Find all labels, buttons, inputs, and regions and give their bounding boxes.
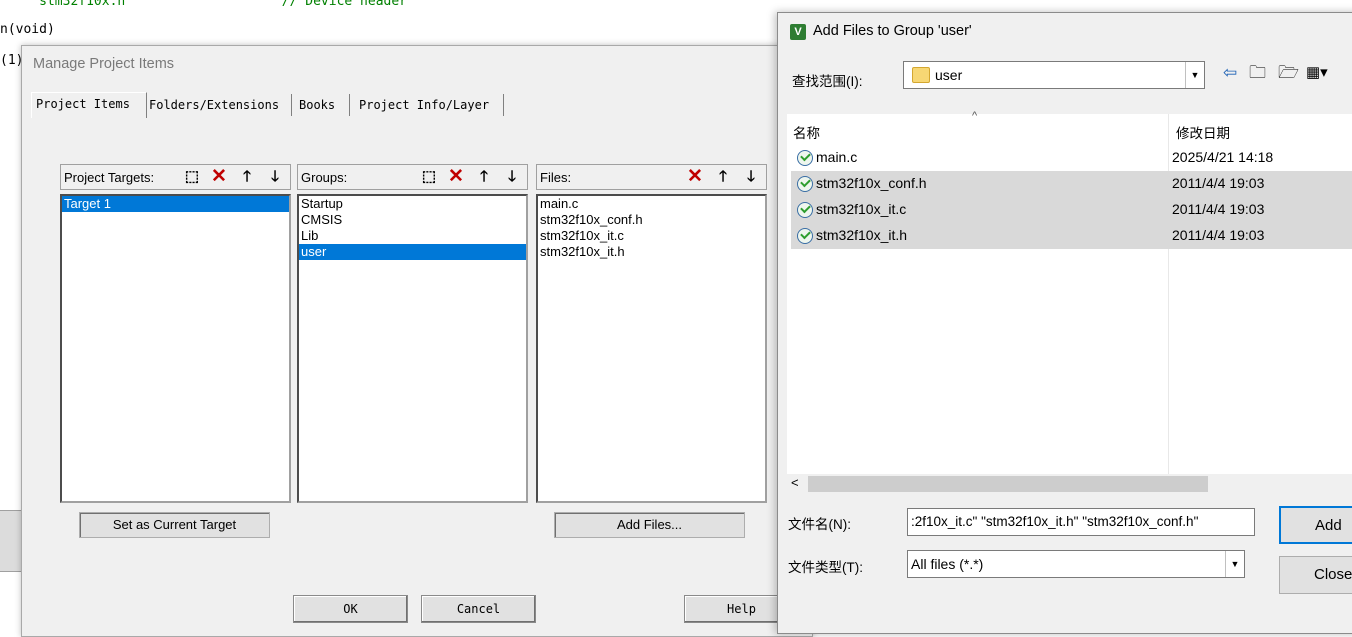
dialog-title: Add Files to Group 'user' (813, 23, 972, 39)
list-item[interactable]: stm32f10x_conf.h (538, 212, 765, 228)
cancel-button[interactable]: Cancel (421, 595, 536, 623)
move-up-icon[interactable]: 🡑 (712, 167, 734, 187)
new-group-icon[interactable]: ⬚ (418, 167, 440, 187)
scrollbar-thumb[interactable] (808, 476, 1208, 492)
filename-label: 文件名(N): (788, 517, 851, 532)
filename-input[interactable]: :2f10x_it.c" "stm32f10x_it.h" "stm32f10x… (907, 508, 1255, 536)
filetype-label: 文件类型(T): (788, 560, 863, 575)
files-list[interactable]: main.c stm32f10x_conf.h stm32f10x_it.c s… (536, 194, 767, 503)
horizontal-scrollbar[interactable]: < (787, 474, 1352, 494)
add-files-dialog: V Add Files to Group 'user' 查找范围(I): use… (777, 12, 1352, 634)
file-date: 2011/4/4 19:03 (1172, 227, 1265, 243)
list-item[interactable]: stm32f10x_it.h (538, 244, 765, 260)
file-row[interactable]: stm32f10x_it.h 2011/4/4 19:03 (791, 223, 1352, 249)
up-folder-icon[interactable]: 🗀 (1249, 63, 1266, 83)
file-icon (797, 176, 813, 192)
manage-project-items-dialog: Manage Project Items Project Items Folde… (21, 45, 813, 637)
move-up-icon[interactable]: 🡑 (473, 167, 495, 187)
chevron-left-icon[interactable]: < (791, 475, 799, 490)
targets-header: Project Targets: ⬚ ✕ 🡑 🡓 (60, 164, 291, 190)
keil-logo-icon: V (790, 24, 806, 40)
close-button[interactable]: Close (1279, 556, 1352, 594)
ok-button[interactable]: OK (293, 595, 408, 623)
filetype-value: All files (*.*) (911, 556, 984, 572)
chevron-down-icon[interactable]: ▼ (1225, 551, 1244, 577)
list-item[interactable]: main.c (538, 196, 765, 212)
delete-group-icon[interactable]: ✕ (445, 167, 467, 187)
targets-label: Project Targets: (64, 170, 155, 185)
new-target-icon[interactable]: ⬚ (181, 167, 203, 187)
move-down-icon[interactable]: 🡓 (501, 167, 523, 187)
files-label: Files: (540, 170, 572, 185)
groups-header: Groups: ⬚ ✕ 🡑 🡓 (297, 164, 528, 190)
file-name: main.c (816, 149, 858, 165)
move-down-icon[interactable]: 🡓 (264, 167, 286, 187)
look-in-label: 查找范围(I): (792, 74, 863, 89)
file-date: 2011/4/4 19:03 (1172, 175, 1265, 191)
list-item[interactable]: CMSIS (299, 212, 526, 228)
column-header-date[interactable]: 修改日期 (1176, 122, 1230, 142)
targets-list[interactable]: Target 1 (60, 194, 291, 503)
new-folder-icon[interactable]: 🗁 (1278, 63, 1299, 83)
filetype-combo[interactable]: All files (*.*) ▼ (907, 550, 1245, 578)
view-menu-icon[interactable]: ▦▾ (1306, 63, 1328, 83)
code-line-2: n(void) (0, 22, 55, 37)
look-in-combo[interactable]: user ▼ (903, 61, 1205, 89)
file-list[interactable]: ^ 名称 修改日期 main.c 2025/4/21 14:18 stm32f1… (787, 110, 1352, 474)
add-files-button[interactable]: Add Files... (554, 512, 745, 538)
file-row[interactable]: stm32f10x_conf.h 2011/4/4 19:03 (791, 171, 1352, 197)
look-in-value: user (935, 67, 963, 83)
file-icon (797, 202, 813, 218)
dialog-title: Manage Project Items (33, 56, 175, 72)
list-item[interactable]: user (299, 244, 526, 260)
file-icon (797, 228, 813, 244)
back-arrow-icon[interactable]: ⇦ (1223, 63, 1237, 83)
file-name: stm32f10x_it.h (816, 227, 908, 243)
groups-list[interactable]: Startup CMSIS Lib user (297, 194, 528, 503)
list-item[interactable]: stm32f10x_it.c (538, 228, 765, 244)
groups-label: Groups: (301, 170, 348, 185)
file-row[interactable]: main.c 2025/4/21 14:18 (791, 145, 1352, 171)
list-item[interactable]: Lib (299, 228, 526, 244)
file-date: 2025/4/21 14:18 (1172, 149, 1274, 165)
code-line-3: (1) (0, 53, 24, 68)
move-up-icon[interactable]: 🡑 (236, 167, 258, 187)
file-date: 2011/4/4 19:03 (1172, 201, 1265, 217)
set-current-target-button[interactable]: Set as Current Target (79, 512, 270, 538)
column-header-name[interactable]: 名称 (793, 122, 820, 142)
sort-up-icon: ^ (972, 110, 978, 122)
file-name: stm32f10x_it.c (816, 201, 907, 217)
file-icon (797, 150, 813, 166)
tab-project-info-layer[interactable]: Project Info/Layer (355, 94, 504, 116)
move-down-icon[interactable]: 🡓 (740, 167, 762, 187)
code-line-1: "stm32f10x.h" // Device header (0, 0, 408, 9)
tab-folders-extensions[interactable]: Folders/Extensions (145, 94, 292, 116)
files-header: Files: ✕ 🡑 🡓 (536, 164, 767, 190)
add-button[interactable]: Add (1279, 506, 1352, 544)
chevron-down-icon[interactable]: ▼ (1185, 62, 1204, 88)
list-item[interactable]: Startup (299, 196, 526, 212)
file-row[interactable]: stm32f10x_it.c 2011/4/4 19:03 (791, 197, 1352, 223)
delete-file-icon[interactable]: ✕ (684, 167, 706, 187)
folder-icon (912, 67, 930, 83)
list-item[interactable]: Target 1 (62, 196, 289, 212)
tab-project-items[interactable]: Project Items (31, 92, 147, 118)
tab-books[interactable]: Books (295, 94, 350, 116)
file-name: stm32f10x_conf.h (816, 175, 927, 191)
delete-target-icon[interactable]: ✕ (208, 167, 230, 187)
